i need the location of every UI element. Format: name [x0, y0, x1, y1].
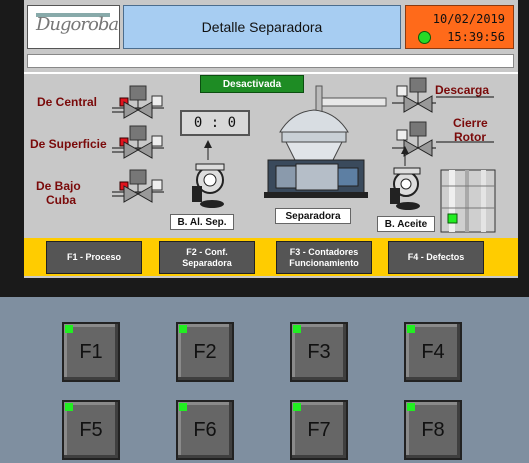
status-badge: Desactivada — [200, 75, 304, 93]
key-led-icon — [179, 403, 187, 411]
hmi-screen: Dugoroba Detalle Separadora 10/02/2019 1… — [24, 0, 518, 278]
valve-de-bajo-cuba-icon — [119, 169, 163, 203]
hardware-key-f4[interactable]: F4 — [404, 322, 462, 382]
f1-label: F1 - Proceso — [66, 252, 122, 262]
f3-contadores-button[interactable]: F3 - Contadores Funcionamiento — [276, 241, 372, 274]
key-label: F1 — [79, 340, 103, 363]
f1-proceso-button[interactable]: F1 - Proceso — [46, 241, 142, 274]
pump-separadora-icon — [192, 140, 225, 208]
key-led-icon — [293, 403, 301, 411]
pump-aceite-icon — [390, 146, 421, 210]
label-descarga: Descarga — [435, 83, 490, 97]
f4-defectos-button[interactable]: F4 - Defectos — [388, 241, 484, 274]
valve-descarga-icon — [396, 77, 433, 113]
hardware-key-f2[interactable]: F2 — [176, 322, 234, 382]
key-led-icon — [407, 325, 415, 333]
f4-label: F4 - Defectos — [407, 252, 465, 262]
key-label: F2 — [193, 340, 217, 363]
separator-machine-icon — [264, 85, 387, 198]
valve-cierre-rotor-icon — [396, 121, 433, 157]
oil-tank-icon — [440, 169, 496, 233]
label-de-superficie: De Superficie — [30, 137, 107, 151]
hardware-key-f5[interactable]: F5 — [62, 400, 120, 460]
label-cierre: Cierre — [453, 116, 488, 130]
key-label: F4 — [421, 340, 445, 363]
f2-conf-separadora-button[interactable]: F2 - Conf. Separadora — [159, 241, 255, 274]
key-label: F5 — [79, 418, 103, 441]
hardware-key-f6[interactable]: F6 — [176, 400, 234, 460]
key-led-icon — [407, 403, 415, 411]
label-separadora: Separadora — [275, 208, 351, 224]
key-led-icon — [179, 325, 187, 333]
key-label: F8 — [421, 418, 445, 441]
key-led-icon — [65, 325, 73, 333]
valve-de-superficie-icon — [119, 125, 163, 159]
label-de-bajo: De Bajo — [36, 179, 81, 193]
label-pump-separadora: B. Al. Sep. — [170, 214, 234, 230]
label-cuba: Cuba — [46, 193, 76, 207]
hardware-key-f3[interactable]: F3 — [290, 322, 348, 382]
label-pump-aceite: B. Aceite — [377, 216, 435, 232]
process-diagram — [112, 77, 496, 233]
hardware-key-f7[interactable]: F7 — [290, 400, 348, 460]
key-led-icon — [65, 403, 73, 411]
f2-label: F2 - Conf. Separadora — [182, 246, 232, 268]
key-led-icon — [293, 325, 301, 333]
label-rotor: Rotor — [454, 130, 486, 144]
valve-de-central-icon — [119, 85, 163, 119]
counter-display: 0 : 0 — [180, 110, 250, 136]
hardware-key-f8[interactable]: F8 — [404, 400, 462, 460]
key-label: F7 — [307, 418, 331, 441]
label-de-central: De Central — [37, 95, 98, 109]
hardware-key-f1[interactable]: F1 — [62, 322, 120, 382]
key-label: F6 — [193, 418, 217, 441]
f3-label: F3 - Contadores Funcionamiento — [289, 246, 359, 268]
key-label: F3 — [307, 340, 331, 363]
